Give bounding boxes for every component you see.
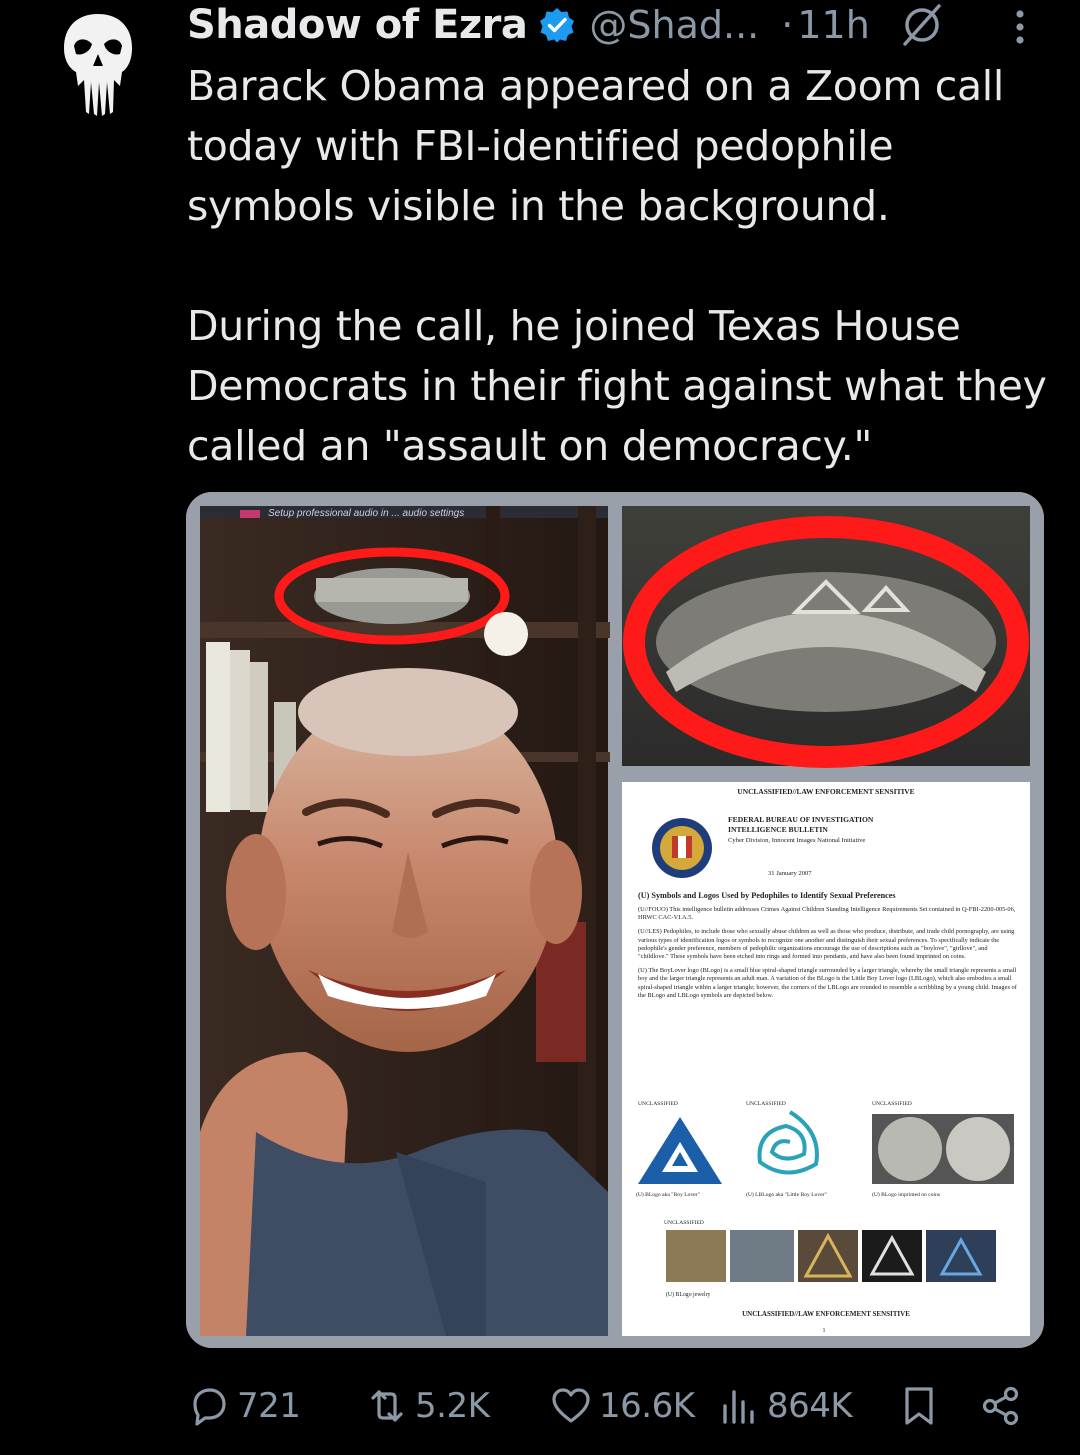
like-count: 16.6K — [599, 1386, 695, 1426]
doc-caption-1: (U) BLogo aka "Boy Lover" — [636, 1191, 700, 1198]
video-call-panel: Setup professional audio in ... audio se… — [200, 506, 610, 1336]
verified-badge-icon — [539, 7, 575, 43]
zoomed-symbol-panel — [622, 506, 1030, 768]
share-icon — [982, 1386, 1019, 1426]
doc-para-1: (U//FOUO) This intelligence bulletin add… — [638, 906, 1016, 922]
timestamp[interactable]: 11h — [797, 3, 869, 47]
doc-caption-3: (U) BLogo imprinted on coins — [872, 1191, 940, 1198]
separator-dot: · — [781, 3, 794, 47]
avatar[interactable] — [58, 10, 138, 120]
bookmark-button[interactable] — [897, 1376, 941, 1436]
views-chart-icon — [723, 1390, 754, 1424]
repost-icon — [371, 1390, 403, 1422]
heart-icon — [552, 1388, 590, 1423]
doc-caption-4: (U) BLogo jewelry — [666, 1291, 711, 1298]
reply-icon — [193, 1388, 226, 1426]
zoom-banner-text: Setup professional audio in ... audio se… — [268, 508, 464, 519]
doc-division: Cyber Division, Innocent Images National… — [728, 837, 865, 844]
post-text-paragraph-1: Barack Obama appeared on a Zoom call tod… — [187, 62, 1004, 230]
grok-icon[interactable] — [900, 3, 944, 47]
punisher-skull-icon — [64, 14, 132, 116]
media-collage: Setup professional audio in ... audio se… — [186, 492, 1044, 1348]
doc-para-2: (U//LES) Pedophiles, to include those wh… — [638, 928, 1015, 961]
doc-body: (U//FOUO) This intelligence bulletin add… — [638, 906, 1017, 999]
doc-bulletin: INTELLIGENCE BULLETIN — [728, 825, 828, 834]
post-actions: 721 5.2K 16.6K 864K — [187, 1376, 1037, 1436]
like-button[interactable]: 16.6K — [549, 1376, 695, 1436]
doc-para-3: (U) The BoyLover logo (BLogo) is a small… — [638, 967, 1017, 999]
doc-header: UNCLASSIFIED//LAW ENFORCEMENT SENSITIVE — [737, 787, 914, 796]
doc-unclassified-4: UNCLASSIFIED — [664, 1220, 704, 1226]
doc-unclassified-2: UNCLASSIFIED — [746, 1101, 786, 1107]
doc-footer: UNCLASSIFIED//LAW ENFORCEMENT SENSITIVE — [742, 1310, 910, 1318]
views-count: 864K — [767, 1386, 853, 1426]
share-button[interactable] — [979, 1376, 1023, 1436]
doc-unclassified-3: UNCLASSIFIED — [872, 1101, 912, 1107]
post-media-image[interactable]: Setup professional audio in ... audio se… — [186, 492, 1044, 1348]
doc-agency: FEDERAL BUREAU OF INVESTIGATION — [728, 815, 874, 824]
repost-button[interactable]: 5.2K — [365, 1376, 490, 1436]
doc-date: 31 January 2007 — [768, 870, 812, 877]
bookmark-icon — [905, 1387, 933, 1425]
repost-count: 5.2K — [415, 1386, 490, 1426]
reply-button[interactable]: 721 — [187, 1376, 301, 1436]
more-vertical-icon[interactable] — [1010, 8, 1030, 48]
reply-count: 721 — [237, 1386, 301, 1426]
fbi-document-panel: UNCLASSIFIED//LAW ENFORCEMENT SENSITIVE … — [622, 782, 1030, 1336]
views-button[interactable]: 864K — [717, 1376, 853, 1436]
doc-unclassified-1: UNCLASSIFIED — [638, 1101, 678, 1107]
post-text: Barack Obama appeared on a Zoom call tod… — [187, 56, 1047, 476]
post-text-paragraph-2: During the call, he joined Texas House D… — [187, 302, 1047, 470]
doc-page-number: 1 — [823, 1328, 826, 1334]
handle[interactable]: @Shad... — [589, 3, 759, 47]
doc-caption-2: (U) LBLogo aka "Little Boy Lover" — [746, 1191, 827, 1198]
post-header: Shadow of Ezra @Shad... · 11h — [187, 0, 1067, 50]
display-name[interactable]: Shadow of Ezra — [187, 2, 528, 48]
doc-title: (U) Symbols and Logos Used by Pedophiles… — [638, 891, 896, 900]
